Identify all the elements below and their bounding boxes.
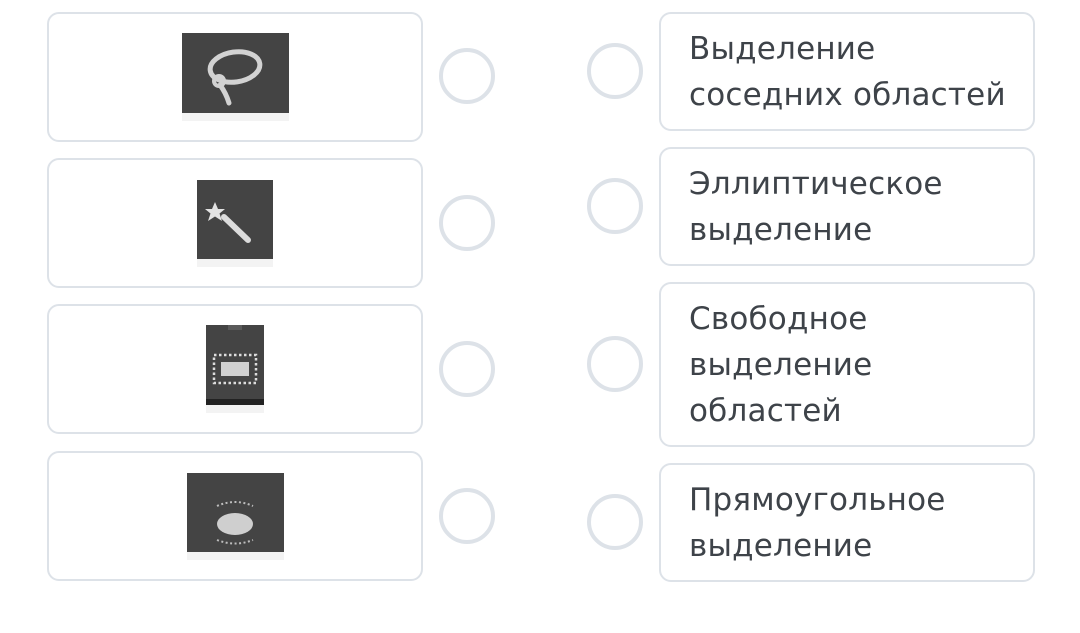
left-option-card-3[interactable] [47,304,423,434]
right-option-card-1[interactable]: Выделение соседних областей [659,12,1035,131]
option-label: Эллиптическое выделение [689,165,943,248]
right-option-card-2[interactable]: Эллиптическое выделение [659,147,1035,266]
right-radio-3[interactable] [587,336,643,392]
left-radio-1[interactable] [439,48,495,104]
option-label: Выделение соседних областей [689,30,1006,113]
left-radio-3[interactable] [439,341,495,397]
right-option-card-4[interactable]: Прямоугольное выделение [659,463,1035,582]
right-radio-4[interactable] [587,494,643,550]
left-radio-4[interactable] [439,488,495,544]
left-option-card-4[interactable] [47,451,423,581]
right-radio-2[interactable] [587,178,643,234]
right-radio-1[interactable] [587,43,643,99]
option-label: Свободное выделение областей [689,300,873,429]
rectangular-marquee-tool-icon [206,325,264,413]
right-option-card-3[interactable]: Свободное выделение областей [659,282,1035,447]
left-option-card-2[interactable] [47,158,423,288]
left-option-card-1[interactable] [47,12,423,142]
lasso-tool-icon [181,33,289,121]
magic-wand-tool-icon [197,179,273,267]
option-label: Прямоугольное выделение [689,481,946,564]
left-radio-2[interactable] [439,195,495,251]
elliptical-marquee-tool-icon [186,472,284,560]
